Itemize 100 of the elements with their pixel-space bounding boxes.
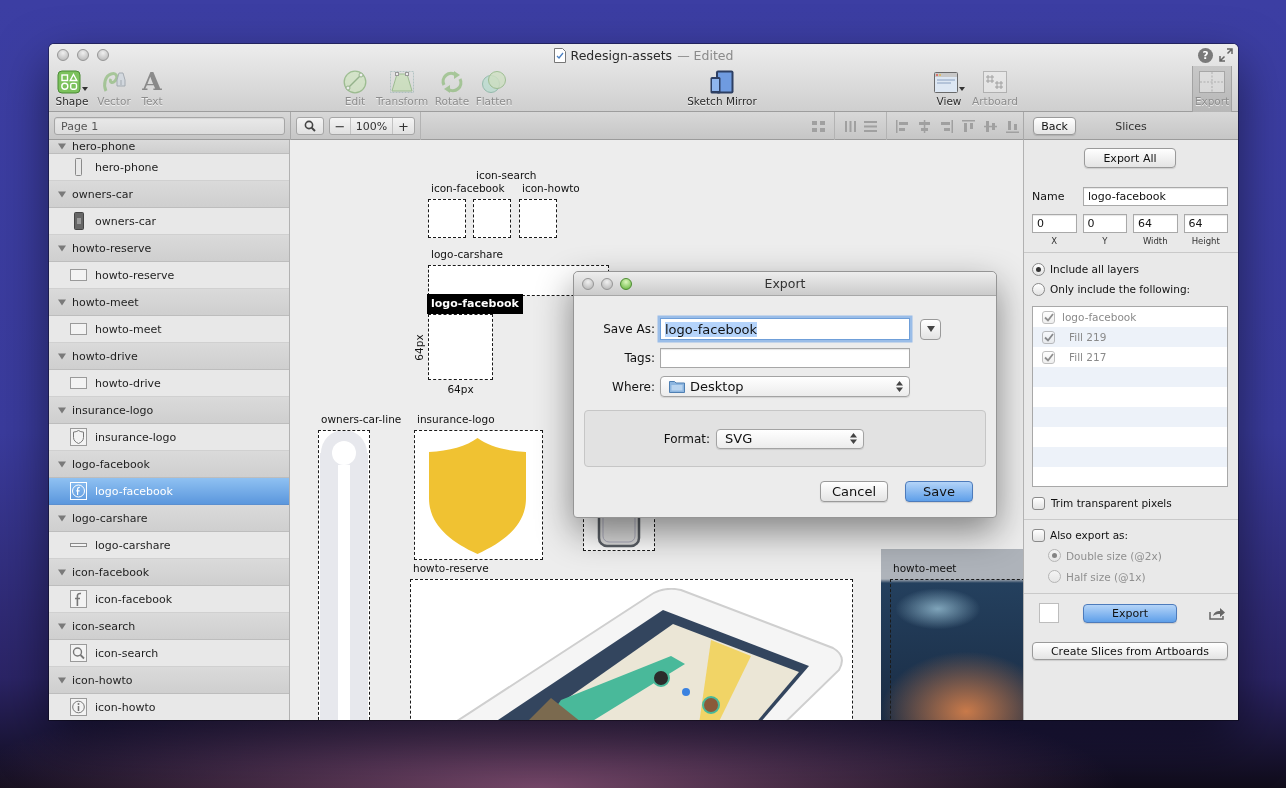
folder-icon: [669, 380, 685, 393]
disclosure-triangle-icon[interactable]: [58, 298, 66, 306]
shape-button[interactable]: Shape: [54, 66, 90, 112]
layer-name: logo-carshare: [72, 511, 148, 525]
checkbox[interactable]: [1042, 310, 1055, 324]
zoom-in-button[interactable]: +: [393, 118, 414, 134]
export-all-button[interactable]: Export All: [1084, 148, 1176, 168]
layer-group-row[interactable]: howto-meet: [49, 289, 289, 316]
circle-f-icon: [70, 482, 87, 500]
disclosure-triangle-icon[interactable]: [58, 406, 66, 414]
checkbox[interactable]: [1032, 496, 1045, 510]
minimize-button[interactable]: [77, 49, 89, 61]
layer-name: owners-car: [72, 187, 133, 201]
layer-group-row[interactable]: howto-reserve: [49, 235, 289, 262]
align-middle-icon[interactable]: [983, 118, 998, 134]
layer-name: hero-phone: [72, 140, 136, 153]
layer-name: insurance-logo: [72, 403, 154, 417]
align-bottom-icon[interactable]: [1005, 118, 1020, 134]
radio-button[interactable]: [1048, 570, 1061, 583]
disclosure-triangle-icon[interactable]: [58, 352, 66, 360]
save-as-field[interactable]: logo-facebook: [660, 318, 910, 340]
layer-group-row[interactable]: icon-facebook: [49, 559, 289, 586]
disclosure-triangle-icon[interactable]: [58, 244, 66, 252]
layer-name: insurance-logo: [95, 430, 177, 444]
zoom-button[interactable]: [97, 49, 109, 61]
number-field[interactable]: 0: [1032, 214, 1077, 233]
cancel-button[interactable]: Cancel: [820, 481, 888, 502]
close-button[interactable]: [582, 277, 594, 290]
field-label: Y: [1102, 236, 1108, 247]
disclosure-triangle-icon[interactable]: [58, 514, 66, 522]
disclosure-triangle-icon[interactable]: [58, 143, 66, 150]
overlapping-circles-icon: [481, 70, 507, 94]
number-field[interactable]: 64: [1183, 214, 1228, 233]
layer-group-row[interactable]: hero-phone: [49, 140, 289, 154]
format-popup[interactable]: SVG: [716, 428, 864, 449]
dimension-label: 64px: [446, 383, 475, 396]
layer-name: hero-phone: [95, 160, 159, 174]
disclosure-triangle-icon[interactable]: [58, 460, 66, 468]
view-button[interactable]: View: [929, 66, 969, 112]
checkbox[interactable]: [1042, 330, 1055, 344]
grid-icon[interactable]: [811, 118, 826, 134]
name-field[interactable]: logo-facebook: [1083, 187, 1228, 206]
rotate-icon: [440, 70, 464, 94]
slice-label: insurance-logo: [417, 413, 495, 426]
fullscreen-icon[interactable]: [1219, 48, 1233, 62]
panel-title: Slices: [1114, 119, 1148, 133]
layer-name: icon-howto: [72, 673, 133, 687]
radio-button[interactable]: [1032, 282, 1045, 296]
checkbox[interactable]: [1032, 528, 1045, 542]
color-swatch-icon[interactable]: [1039, 603, 1059, 623]
shield-icon: [70, 428, 87, 446]
align-top-icon[interactable]: [961, 118, 976, 134]
option-label: Only include the following:: [1050, 283, 1191, 295]
export-button[interactable]: Export: [1083, 603, 1177, 623]
layer-group-row[interactable]: logo-facebook: [49, 451, 289, 478]
align-center-icon[interactable]: [917, 118, 932, 134]
updown-arrows-icon: [850, 433, 857, 444]
number-field[interactable]: 64: [1133, 214, 1178, 233]
disclosure-triangle-icon[interactable]: [58, 190, 66, 198]
disclosure-triangle-icon[interactable]: [58, 622, 66, 630]
layer-name: howto-reserve: [95, 268, 175, 282]
layer-group-row[interactable]: howto-drive: [49, 343, 289, 370]
align-left-icon[interactable]: [895, 118, 910, 134]
back-button[interactable]: Back: [1033, 117, 1076, 135]
layer-group-row[interactable]: insurance-logo: [49, 397, 289, 424]
f-square-icon: [70, 590, 87, 608]
number-field[interactable]: 0: [1082, 214, 1127, 233]
layer-group-row[interactable]: icon-search: [49, 613, 289, 640]
layer-group-row[interactable]: logo-carshare: [49, 505, 289, 532]
window-icon: [933, 71, 958, 93]
page-selector[interactable]: Page 1: [54, 117, 285, 135]
share-icon[interactable]: [1209, 606, 1225, 620]
radio-button[interactable]: [1032, 262, 1045, 276]
rectangle-icon: [70, 269, 87, 281]
field-label: Name: [1032, 190, 1066, 203]
layer-name: icon-facebook: [72, 565, 150, 579]
radio-button[interactable]: [1048, 549, 1061, 562]
field-label: Width: [1142, 236, 1168, 247]
layer-group-row[interactable]: icon-howto: [49, 667, 289, 694]
create-slices-button[interactable]: Create Slices from Artboards: [1032, 642, 1228, 660]
expand-button[interactable]: [920, 318, 941, 340]
layer-group-row[interactable]: owners-car: [49, 181, 289, 208]
where-popup[interactable]: Desktop: [660, 376, 910, 397]
save-button[interactable]: Save: [905, 481, 973, 502]
mirror-button[interactable]: Sketch Mirror: [682, 66, 762, 112]
dimension-label: 64px: [412, 332, 426, 363]
tags-field[interactable]: [660, 348, 910, 368]
align-right-icon[interactable]: [939, 118, 954, 134]
help-button[interactable]: ?: [1198, 47, 1213, 63]
search-button[interactable]: [296, 117, 324, 135]
close-button[interactable]: [57, 49, 69, 61]
export-grid-icon: [1198, 70, 1226, 94]
disclosure-triangle-icon[interactable]: [58, 676, 66, 684]
horizontal-bars-icon[interactable]: [863, 118, 878, 134]
minimize-button[interactable]: [601, 277, 613, 290]
zoom-out-button[interactable]: −: [330, 118, 351, 134]
vertical-bars-icon[interactable]: [843, 118, 858, 134]
zoom-button[interactable]: [620, 277, 632, 290]
disclosure-triangle-icon[interactable]: [58, 568, 66, 576]
checkbox[interactable]: [1042, 350, 1055, 364]
